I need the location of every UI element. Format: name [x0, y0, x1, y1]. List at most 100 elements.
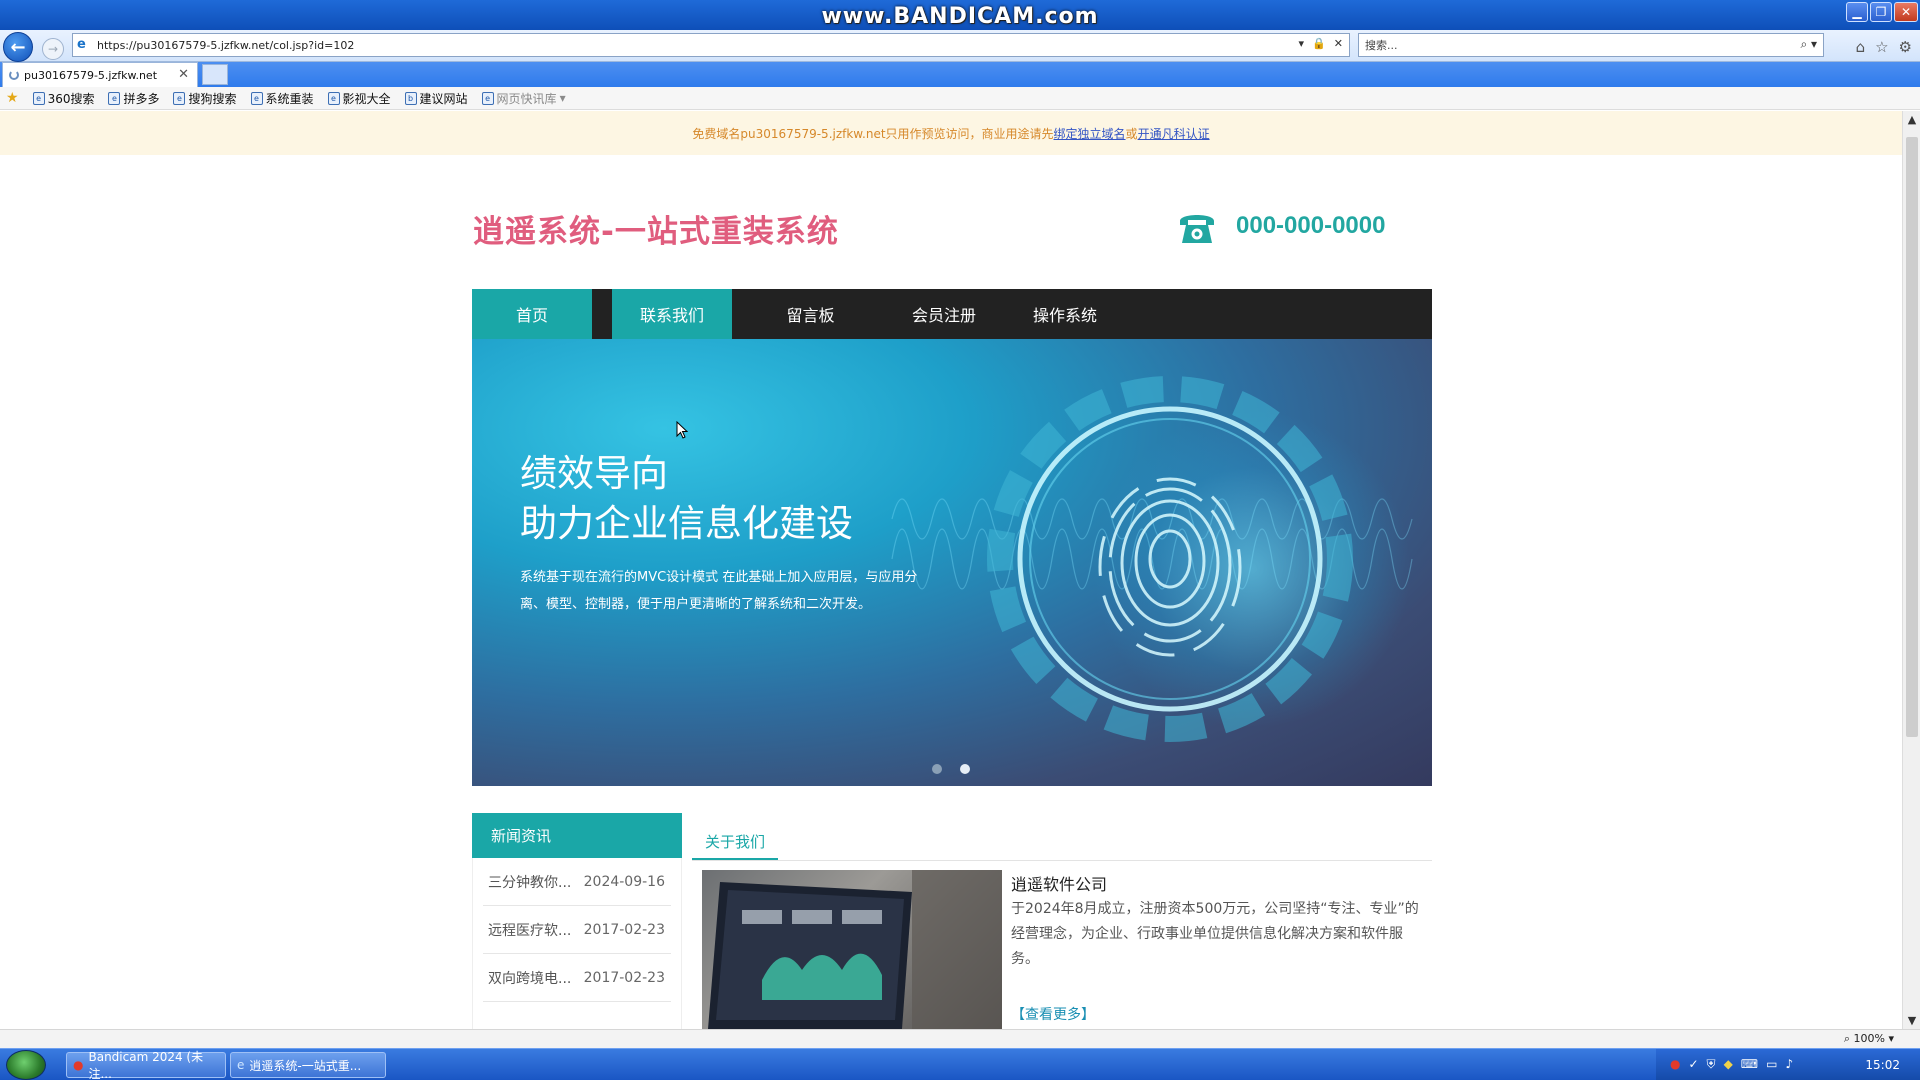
domain-notice: 免费域名pu30167579-5.jzfkw.net只用作预览访问，商业用途请先… [0, 111, 1902, 155]
bing-icon: b [404, 91, 417, 105]
favorite-item[interactable]: e 影视大全 [327, 90, 391, 107]
favorites-star-icon[interactable]: ☆ [1875, 38, 1888, 56]
taskbar-item-browser[interactable]: e 逍遥系统-一站式重... [230, 1052, 386, 1078]
news-date: 2017-02-23 [583, 969, 665, 986]
search-box[interactable]: 搜索... ⌕ ▾ [1358, 33, 1824, 57]
loading-icon [9, 70, 19, 80]
laptop-illustration [708, 870, 1002, 1029]
phone-number: 000-000-0000 [1236, 212, 1386, 239]
bind-domain-link[interactable]: 绑定独立域名 [1054, 125, 1126, 142]
page-icon: e [327, 91, 340, 105]
mouse-cursor-icon [676, 421, 688, 439]
page-icon: e [32, 91, 45, 105]
banner-description: 系统基于现在流行的MVC设计模式 在此基础上加入应用层，与应用分离、模型、控制器… [520, 570, 918, 612]
tab-about[interactable]: 关于我们 [692, 823, 778, 860]
news-heading[interactable]: 新闻资讯 [472, 813, 682, 858]
stop-icon[interactable]: ✕ [1334, 37, 1343, 50]
record-icon[interactable]: ● [1670, 1057, 1680, 1072]
browser-navbar: ← → e https://pu30167579-5.jzfkw.net/col… [0, 30, 1920, 62]
certify-link[interactable]: 开通凡科认证 [1138, 125, 1210, 142]
news-item[interactable]: 双向跨境电... 2017-02-23 [483, 954, 671, 1002]
security-icon[interactable]: ◆ [1724, 1057, 1733, 1072]
ie-page-icon: e [77, 37, 86, 52]
page-icon: e [173, 91, 186, 105]
news-title[interactable]: 双向跨境电... [488, 968, 571, 988]
tab-row: pu30167579-5.jzfkw.net ✕ [0, 62, 1920, 87]
scroll-thumb[interactable] [1906, 137, 1918, 737]
title-bar: www.BANDICAM.com ▁ ❐ ✕ [0, 0, 1920, 30]
volume-icon[interactable]: ♪ [1785, 1057, 1793, 1072]
zoom-level[interactable]: ⌕ 100% ▾ [1844, 1032, 1894, 1046]
record-icon: ● [73, 1058, 84, 1072]
back-button[interactable]: ← [3, 32, 33, 62]
favorite-item[interactable]: e 拼多多 [108, 90, 159, 107]
favorite-item[interactable]: e 系统重装 [250, 90, 314, 107]
laptop-image [702, 870, 1002, 1029]
news-item[interactable]: 远程医疗软... 2017-02-23 [483, 906, 671, 954]
address-bar[interactable]: e https://pu30167579-5.jzfkw.net/col.jsp… [72, 33, 1350, 57]
web-slice-gallery[interactable]: e 网页快讯库 ▾ [481, 90, 566, 107]
search-input[interactable]: 搜索... [1365, 37, 1398, 53]
favorite-item[interactable]: b 建议网站 [404, 90, 468, 107]
nav-contact[interactable]: 联系我们 [612, 289, 732, 339]
taskbar: ● Bandicam 2024 (未注... e 逍遥系统-一站式重... ● … [0, 1048, 1920, 1080]
page-icon: e [250, 91, 263, 105]
status-bar: ⌕ 100% ▾ [0, 1029, 1920, 1048]
address-url[interactable]: https://pu30167579-5.jzfkw.net/col.jsp?i… [97, 39, 354, 52]
tray-icons: ● ✓ ⛨ ◆ ⌨ ▭ ♪ [1670, 1057, 1793, 1072]
ie-icon: e [237, 1058, 245, 1072]
shield-icon[interactable]: ⛨ [1707, 1057, 1716, 1072]
tab-close-icon[interactable]: ✕ [178, 67, 189, 82]
restore-button[interactable]: ❐ [1870, 2, 1892, 22]
news-list: 三分钟教你... 2024-09-16 远程医疗软... 2017-02-23 … [472, 858, 682, 1029]
company-name: 逍遥软件公司 [1011, 875, 1108, 894]
start-button[interactable] [6, 1050, 46, 1080]
favorite-item[interactable]: e 360搜索 [32, 90, 94, 107]
news-date: 2017-02-23 [583, 921, 665, 938]
notice-text: 免费域名pu30167579-5.jzfkw.net只用作预览访问，商业用途请先 [692, 126, 1054, 141]
new-tab-button[interactable] [202, 64, 228, 85]
news-date: 2024-09-16 [583, 873, 665, 890]
dropdown-icon[interactable]: ▾ [1299, 37, 1305, 50]
input-icon[interactable]: ⌨ [1741, 1057, 1758, 1072]
close-button[interactable]: ✕ [1894, 2, 1918, 22]
news-title[interactable]: 远程医疗软... [488, 920, 571, 940]
address-icons: ▾ 🔒 ✕ [1299, 37, 1343, 50]
system-tray: ● ✓ ⛨ ◆ ⌨ ▭ ♪ 15:02 [1656, 1049, 1920, 1080]
taskbar-item-bandicam[interactable]: ● Bandicam 2024 (未注... [66, 1050, 226, 1080]
banner-headline: 绩效导向 助力企业信息化建设 [520, 449, 853, 549]
forward-button[interactable]: → [42, 38, 64, 60]
nav-home[interactable]: 首页 [472, 289, 592, 339]
nav-os[interactable]: 操作系统 [999, 289, 1131, 339]
nav-guestbook[interactable]: 留言板 [732, 289, 889, 339]
nav-register[interactable]: 会员注册 [889, 289, 999, 339]
site-logo[interactable]: 逍遥系统-一站式重装系统 [473, 206, 839, 251]
home-icon[interactable]: ⌂ [1856, 38, 1866, 56]
page-icon: e [108, 91, 121, 105]
fingerprint-graphic [891, 376, 1413, 742]
window-controls: ▁ ❐ ✕ [1846, 2, 1918, 22]
scroll-up-icon[interactable]: ▲ [1905, 113, 1919, 126]
favorites-bar: ★ e 360搜索 e 拼多多 e 搜狗搜索 e 系统重装 e 影视大全 b 建议网站 e网… [0, 87, 1920, 110]
hero-banner[interactable]: 绩效导向 助力企业信息化建设 系统基于现在流行的MVC设计模式 在此基础上加入应… [472, 339, 1432, 786]
browser-tab[interactable]: pu30167579-5.jzfkw.net ✕ [2, 62, 198, 87]
lock-icon[interactable]: 🔒 [1312, 37, 1326, 50]
gear-icon[interactable]: ⚙ [1899, 38, 1912, 56]
favorites-star-icon[interactable]: ★ [6, 90, 19, 106]
minimize-button[interactable]: ▁ [1846, 2, 1868, 22]
news-title[interactable]: 三分钟教你... [488, 872, 571, 892]
page-icon: e [481, 91, 494, 105]
carousel-dot-active[interactable] [960, 764, 970, 774]
search-icon[interactable]: ⌕ ▾ [1800, 37, 1817, 52]
network-icon[interactable]: ✓ [1688, 1057, 1698, 1072]
carousel-dot[interactable] [932, 764, 942, 774]
divider [692, 860, 1432, 861]
clock[interactable]: 15:02 [1865, 1058, 1900, 1072]
page-scrollbar[interactable]: ▲ ▼ [1902, 111, 1920, 1029]
read-more-link[interactable]: 【查看更多】 [1011, 1004, 1095, 1024]
favorite-item[interactable]: e 搜狗搜索 [173, 90, 237, 107]
news-item[interactable]: 三分钟教你... 2024-09-16 [483, 858, 671, 906]
scroll-down-icon[interactable]: ▼ [1905, 1014, 1919, 1027]
browser-tools: ⌂ ☆ ⚙ [1856, 38, 1912, 56]
display-icon[interactable]: ▭ [1766, 1057, 1777, 1072]
